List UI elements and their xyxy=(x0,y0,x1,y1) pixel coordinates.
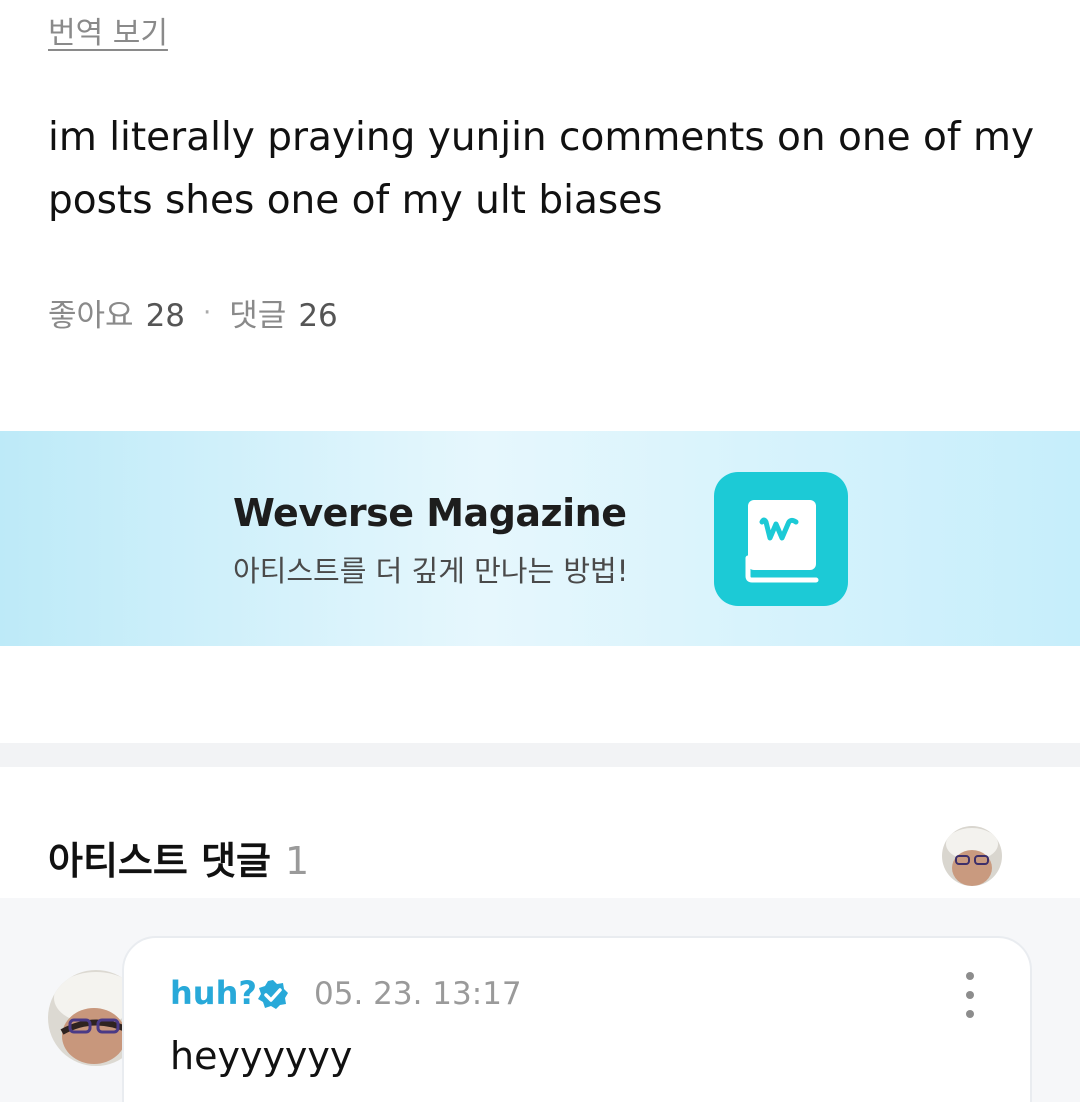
more-dot-icon xyxy=(966,972,974,980)
weverse-magazine-book-icon xyxy=(714,472,848,606)
artist-comments-header: 아티스트 댓글 1 xyxy=(48,830,309,885)
post-body: im literally praying yunjin comments on … xyxy=(48,115,1035,223)
weverse-magazine-banner[interactable] xyxy=(0,431,1080,646)
comment-text: heyyyyyy xyxy=(170,1034,353,1078)
translate-link[interactable]: 번역 보기 xyxy=(48,8,168,52)
likes-count: 28 xyxy=(145,298,186,334)
more-dot-icon xyxy=(966,991,974,999)
likes-stat[interactable]: 좋아요 28 xyxy=(48,290,185,335)
artist-comments-title: 아티스트 댓글 xyxy=(48,839,271,883)
more-dot-icon xyxy=(966,1010,974,1018)
stats-separator: · xyxy=(203,297,212,328)
artist-avatar-small[interactable] xyxy=(942,826,1002,886)
verified-badge-icon xyxy=(256,978,290,1012)
comment-more-options-button[interactable] xyxy=(955,972,985,1018)
comments-label: 댓글 xyxy=(229,298,287,334)
banner-subtitle: 아티스트를 더 깊게 만나는 방법! xyxy=(233,554,629,588)
likes-label: 좋아요 xyxy=(48,298,134,334)
comment-timestamp: 05. 23. 13:17 xyxy=(314,976,522,1012)
comment-author-name[interactable]: huh? xyxy=(170,974,257,1012)
banner-title: Weverse Magazine xyxy=(233,491,627,535)
comments-stat[interactable]: 댓글 26 xyxy=(229,290,338,335)
comments-count: 26 xyxy=(298,298,338,334)
artist-comments-count: 1 xyxy=(285,839,310,883)
post-stats: 좋아요 28 · 댓글 26 xyxy=(48,290,338,335)
section-divider xyxy=(0,743,1080,767)
